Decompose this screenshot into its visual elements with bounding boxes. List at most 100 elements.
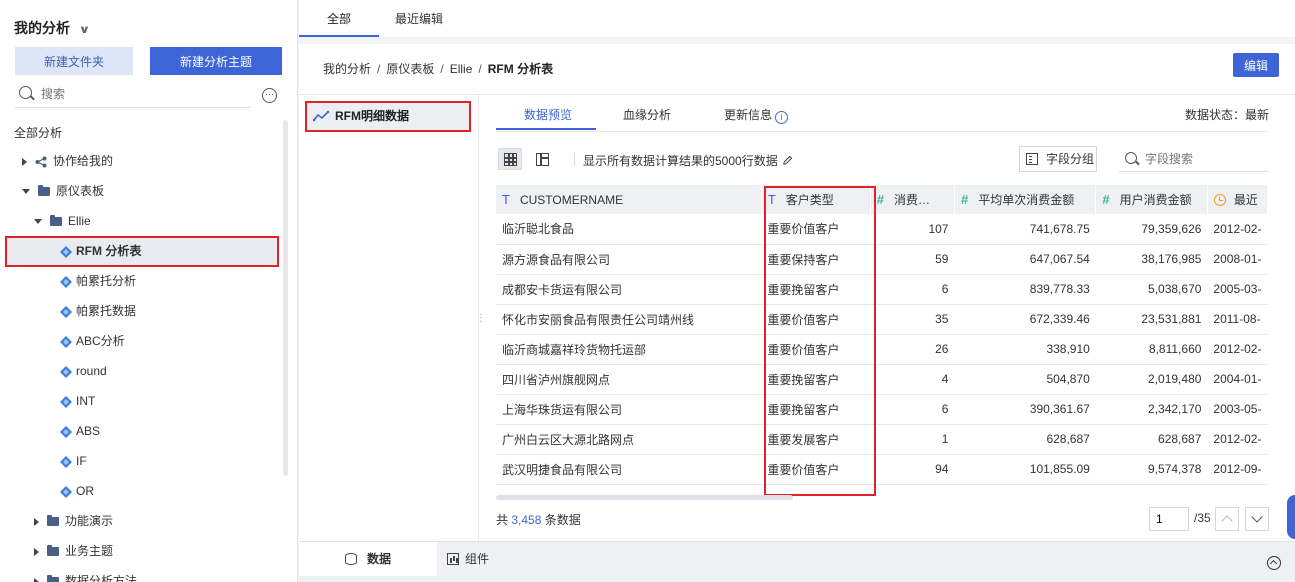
table-view-button[interactable]: [498, 148, 522, 170]
sidebar-search-input[interactable]: [41, 84, 241, 104]
table-cell: 38,176,985: [1095, 244, 1208, 275]
table-cell: 重要挽留客户: [761, 364, 871, 395]
info-icon[interactable]: i: [775, 111, 789, 124]
table-cell: 2008-01-: [1207, 244, 1268, 275]
number-type-icon: #: [876, 192, 884, 207]
table-row[interactable]: 广州白云区大源北路网点 重要发展客户 1 628,687 628,687 2012-02-: [496, 424, 1268, 455]
tree-item-shared-with-me[interactable]: 协作给我的: [22, 146, 113, 176]
data-status: 数据状态：最新: [1184, 108, 1269, 122]
tree-item-pareto-data[interactable]: 帕累托数据: [60, 296, 136, 326]
field-search-input[interactable]: [1145, 149, 1265, 169]
tab-components[interactable]: 组件: [437, 542, 489, 576]
tree-item-abc-analysis[interactable]: ABC分析: [60, 326, 125, 356]
new-folder-button[interactable]: 新建文件夹: [15, 47, 133, 75]
column-header-frequency[interactable]: # 消费…: [870, 185, 955, 214]
caret-right-icon[interactable]: [34, 577, 39, 582]
table-row[interactable]: 武汉明捷食品有限公司 重要价值客户 94 101,855.09 9,574,378 201…: [496, 454, 1268, 485]
table-cell: 上海华珠货运有限公司: [496, 394, 762, 425]
tree-item-round[interactable]: round: [60, 356, 107, 386]
table-row[interactable]: 源方源食品有限公司 重要保持客户 59 647,067.54 38,176,985 200…: [496, 244, 1268, 275]
record-count-value: 3,458: [511, 513, 542, 527]
tree-item-label: 协作给我的: [53, 154, 114, 168]
tree-item-ellie[interactable]: Ellie: [34, 206, 91, 236]
next-page-button[interactable]: [1245, 507, 1269, 531]
number-type-icon: #: [1102, 192, 1110, 207]
column-header-recent[interactable]: 最近: [1207, 185, 1268, 214]
analysis-topic-icon: [60, 275, 72, 288]
tree-item-int[interactable]: INT: [60, 386, 95, 416]
dataset-item-rfm[interactable]: RFM明细数据: [305, 101, 471, 132]
chart-icon: [447, 553, 459, 565]
table-row[interactable]: 临沂商城嘉祥玲货物托运部 重要价值客户 26 338,910 8,811,660 2012…: [496, 334, 1268, 365]
edit-button[interactable]: 编辑: [1233, 53, 1279, 77]
table-horizontal-scrollbar[interactable]: [496, 495, 793, 500]
tab-lineage-analysis[interactable]: 血缘分析: [623, 106, 671, 123]
table-row[interactable]: 临沂聪北食品 重要价值客户 107 741,678.75 79,359,626 2012-…: [496, 214, 1268, 245]
tree-item-feature-demo[interactable]: 功能演示: [34, 506, 113, 536]
table-row[interactable]: 成都安卡货运有限公司 重要挽留客户 6 839,778.33 5,038,670 2005…: [496, 274, 1268, 305]
analysis-topic-icon: [60, 365, 72, 378]
table-cell: 23,531,881: [1095, 304, 1208, 335]
table-cell: 怀化市安丽食品有限责任公司靖州线: [496, 304, 762, 335]
sidebar: 我的分析 ∨ 新建文件夹 新建分析主题 ··· 全部分析 协作给我的 原仪表板 E…: [0, 0, 298, 582]
tree-item-original-dashboard[interactable]: 原仪表板: [22, 176, 104, 206]
caret-right-icon[interactable]: [34, 547, 39, 556]
tab-data-preview[interactable]: 数据预览: [524, 106, 572, 123]
breadcrumb-item[interactable]: 原仪表板: [386, 62, 434, 76]
caret-right-icon[interactable]: [34, 517, 39, 526]
tree-item-if[interactable]: IF: [60, 446, 87, 476]
breadcrumb-separator: /: [478, 62, 482, 76]
tree-item-rfm-analysis[interactable]: RFM 分析表: [60, 236, 141, 266]
active-tab-indicator: [299, 35, 379, 37]
prev-page-button[interactable]: [1215, 507, 1239, 531]
tab-data[interactable]: 数据: [299, 542, 437, 576]
table-cell: 成都安卡货运有限公司: [496, 274, 762, 305]
table-cell: 839,778.33: [954, 274, 1096, 305]
breadcrumb-item[interactable]: 我的分析: [323, 62, 371, 76]
caret-down-icon[interactable]: [34, 219, 42, 225]
panel-resize-handle[interactable]: [476, 310, 480, 324]
trend-line-icon: [313, 110, 329, 122]
caret-right-icon[interactable]: [22, 157, 27, 166]
table-row[interactable]: 怀化市安丽食品有限责任公司靖州线 重要价值客户 35 672,339.46 23,531…: [496, 304, 1268, 335]
analysis-topic-icon: [60, 245, 72, 258]
tree-item-pareto-analysis[interactable]: 帕累托分析: [60, 266, 136, 296]
new-analysis-topic-button[interactable]: 新建分析主题: [150, 47, 282, 75]
table-cell: 628,687: [954, 424, 1096, 455]
chevron-down-icon[interactable]: ∨: [79, 23, 91, 36]
breadcrumb-item[interactable]: Ellie: [450, 62, 473, 76]
side-float-button[interactable]: [1287, 495, 1295, 539]
table-row[interactable]: 上海华珠货运有限公司 重要挽留客户 6 390,361.67 2,342,170 2003…: [496, 394, 1268, 425]
data-table: T CUSTOMERNAME T 客户类型 # 消费… # 平均单次消费金额 # 用户消费…: [496, 185, 1268, 495]
dataset-list: RFM明细数据: [299, 95, 479, 541]
card-view-button[interactable]: [530, 148, 554, 170]
field-group-icon: [1026, 153, 1038, 165]
content-tab-bar: 数据预览 血缘分析 更新信息 i: [496, 104, 1268, 132]
tree-item-label: 帕累托数据: [76, 304, 137, 318]
page-number-input[interactable]: [1149, 507, 1189, 531]
tree-item-or[interactable]: OR: [60, 476, 94, 506]
record-count-suffix: 条数据: [544, 513, 581, 527]
table-cell: 94: [870, 454, 955, 485]
column-header-avg-amount[interactable]: # 平均单次消费金额: [954, 185, 1097, 214]
tab-update-info[interactable]: 更新信息 i: [724, 106, 789, 124]
caret-down-icon[interactable]: [22, 189, 30, 195]
tab-components-label: 组件: [465, 552, 490, 566]
more-options-icon[interactable]: ···: [262, 88, 277, 103]
table-cell: 5,038,670: [1095, 274, 1208, 305]
column-header-total-amount[interactable]: # 用户消费金额: [1095, 185, 1208, 214]
column-header-customer-type[interactable]: T 客户类型: [761, 185, 871, 214]
table-row[interactable]: 四川省泸州旗舰网点 重要挽留客户 4 504,870 2,019,480 2004-01-: [496, 364, 1268, 395]
sidebar-title[interactable]: 我的分析 ∨: [14, 18, 91, 38]
tab-recent-edit[interactable]: 最近编辑: [395, 10, 443, 27]
tab-all[interactable]: 全部: [327, 10, 351, 27]
field-group-button[interactable]: 字段分组: [1019, 146, 1097, 172]
tree-item-abs[interactable]: ABS: [60, 416, 100, 446]
sidebar-scrollbar[interactable]: [283, 120, 288, 476]
tree-root-all-analysis[interactable]: 全部分析: [14, 124, 62, 141]
pencil-icon[interactable]: [782, 155, 793, 166]
column-header-customername[interactable]: T CUSTOMERNAME: [496, 185, 762, 214]
collapse-panel-button[interactable]: [1267, 556, 1281, 570]
tree-item-analysis-methods[interactable]: 数据分析方法: [34, 566, 137, 582]
tree-item-business-topic[interactable]: 业务主题: [34, 536, 113, 566]
